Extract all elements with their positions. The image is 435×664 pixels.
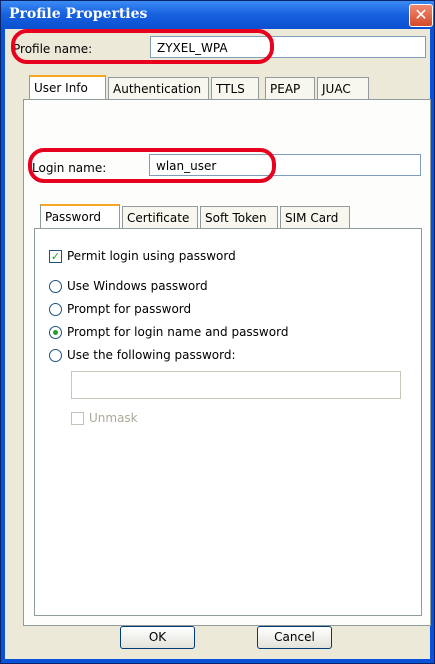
radio-button[interactable] — [49, 349, 62, 362]
tab-label: TTLS — [216, 82, 245, 96]
radio-prompt-for-password[interactable]: Prompt for password — [49, 302, 309, 318]
radio-button[interactable] — [49, 303, 62, 316]
unmask-checkbox[interactable] — [71, 412, 84, 425]
tab-authentication[interactable]: Authentication — [108, 77, 209, 99]
radio-button[interactable] — [49, 280, 62, 293]
unmask-label: Unmask — [89, 411, 138, 425]
tab-label: JUAC — [322, 82, 351, 96]
close-icon: ✕ — [414, 5, 428, 24]
tab-label: PEAP — [270, 82, 301, 96]
subtab-certificate[interactable]: Certificate — [122, 206, 198, 228]
cancel-button[interactable]: Cancel — [257, 626, 332, 649]
tab-label: Password — [45, 210, 102, 224]
tab-label: Soft Token — [205, 211, 267, 225]
permit-login-option[interactable]: ✓ Permit login using password — [49, 249, 309, 265]
close-button[interactable]: ✕ — [409, 4, 433, 27]
tab-peap[interactable]: PEAP — [265, 77, 315, 99]
permit-login-checkbox[interactable]: ✓ — [49, 250, 62, 263]
unmask-option[interactable]: Unmask — [71, 411, 191, 427]
radio-button[interactable] — [49, 326, 62, 339]
profile-name-label: Profile name: — [13, 42, 93, 56]
radio-use-windows-password[interactable]: Use Windows password — [49, 279, 309, 295]
subtab-soft-token[interactable]: Soft Token — [200, 206, 278, 228]
login-name-label: Login name: — [32, 161, 107, 175]
profile-name-input[interactable]: ZYXEL_WPA — [150, 36, 426, 58]
login-name-input[interactable]: wlan_user — [149, 154, 421, 176]
tab-label: User Info — [34, 81, 88, 95]
tab-ttls[interactable]: TTLS — [211, 77, 259, 99]
user-info-panel: Login name: wlan_user Password Certifica… — [23, 99, 431, 626]
ok-button[interactable]: OK — [120, 626, 195, 649]
permit-login-label: Permit login using password — [67, 249, 236, 263]
radio-label: Prompt for login name and password — [67, 325, 289, 339]
radio-prompt-login-and-password[interactable]: Prompt for login name and password — [49, 325, 349, 341]
radio-label: Prompt for password — [67, 302, 192, 316]
tab-juac[interactable]: JUAC — [317, 77, 369, 99]
tab-label: Authentication — [113, 82, 202, 96]
title-bar[interactable]: Profile Properties ✕ — [1, 1, 434, 29]
window-title: Profile Properties — [9, 6, 148, 22]
radio-use-following-password[interactable]: Use the following password: — [49, 348, 349, 364]
radio-label: Use Windows password — [67, 279, 208, 293]
password-input[interactable] — [71, 371, 401, 399]
dialog-body: Profile name: ZYXEL_WPA User Info Authen… — [5, 29, 431, 659]
radio-label: Use the following password: — [67, 348, 236, 362]
subtab-sim-card[interactable]: SIM Card — [280, 206, 350, 228]
tab-user-info[interactable]: User Info — [29, 75, 106, 99]
profile-properties-window: Profile Properties ✕ Profile name: ZYXEL… — [0, 0, 435, 664]
subtab-password[interactable]: Password — [40, 204, 120, 228]
tab-label: Certificate — [127, 211, 190, 225]
password-panel: ✓ Permit login using password Use Window… — [34, 228, 422, 616]
tab-label: SIM Card — [285, 211, 339, 225]
